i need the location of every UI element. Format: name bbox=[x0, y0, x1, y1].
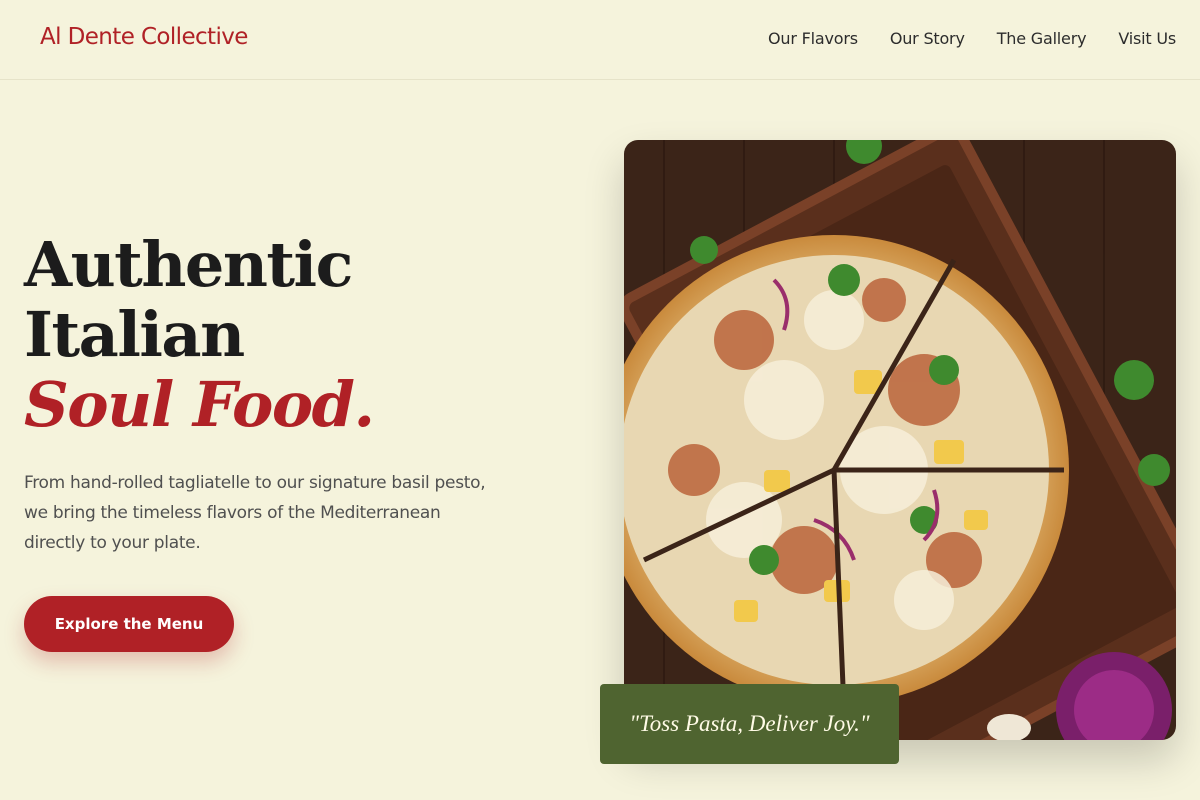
brand-logo[interactable]: Al Dente Collective bbox=[40, 24, 248, 50]
hero-title-accent: Soul Food. bbox=[24, 368, 375, 441]
hero-title: Authentic Italian Soul Food. bbox=[24, 228, 375, 441]
nav-visit-us[interactable]: Visit Us bbox=[1118, 29, 1176, 48]
nav-our-story[interactable]: Our Story bbox=[890, 29, 965, 48]
quote-box: "Toss Pasta, Deliver Joy." bbox=[600, 684, 899, 764]
hero-description: From hand-rolled tagliatelle to our sign… bbox=[24, 473, 486, 553]
hero-title-line-2: Italian bbox=[24, 298, 245, 371]
pizza-photo bbox=[624, 140, 1176, 740]
hero-title-line-1: Authentic bbox=[24, 228, 353, 301]
quote-text: "Toss Pasta, Deliver Joy." bbox=[629, 711, 870, 736]
nav-the-gallery[interactable]: The Gallery bbox=[997, 29, 1087, 48]
explore-menu-button[interactable]: Explore the Menu bbox=[24, 596, 234, 652]
nav-our-flavors[interactable]: Our Flavors bbox=[768, 29, 858, 48]
main-nav: Our Flavors Our Story The Gallery Visit … bbox=[736, 29, 1176, 48]
site-header: Al Dente Collective Our Flavors Our Stor… bbox=[0, 0, 1200, 80]
